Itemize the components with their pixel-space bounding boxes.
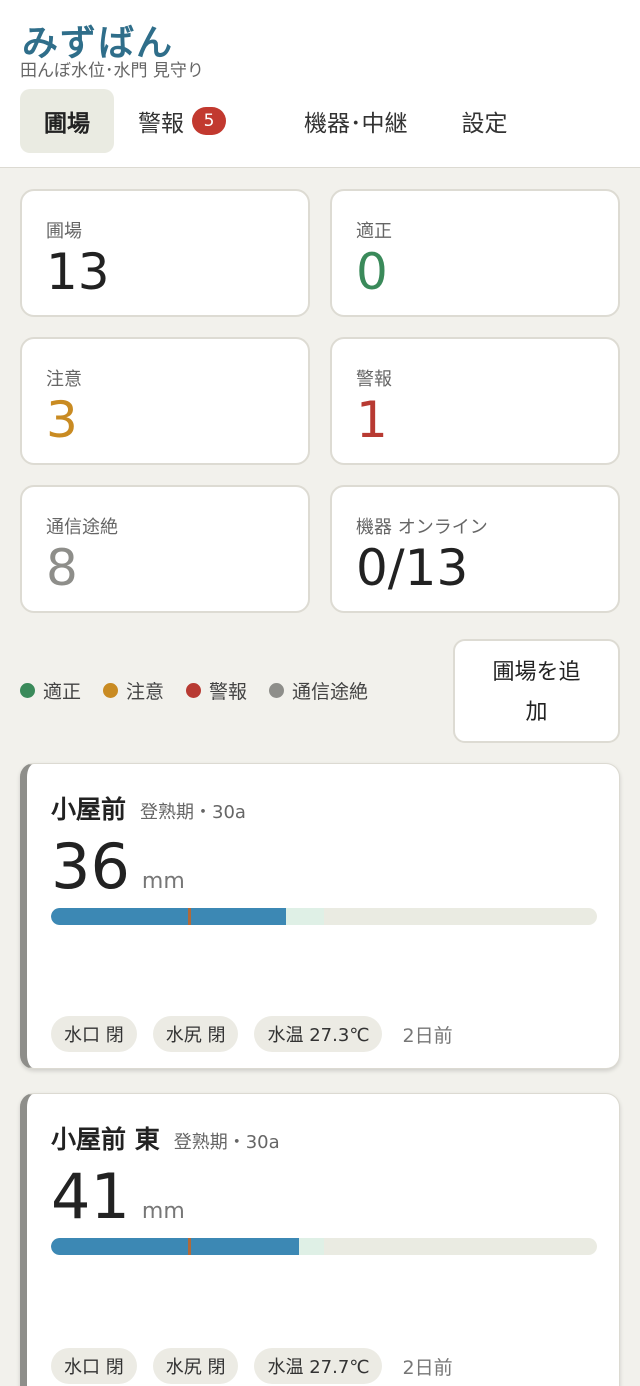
water-temp-chip: 水温 27.3℃: [254, 1016, 383, 1052]
field-meta: 登熟期・30a: [173, 1132, 280, 1153]
alert-count-badge: 5: [192, 107, 226, 135]
water-level-bar: [51, 908, 597, 925]
stat-label: 適正: [356, 221, 392, 242]
tab-settings-label: 設定: [461, 111, 508, 137]
outlet-status-chip: 水尻 閉: [152, 1348, 239, 1384]
app-header: みずばん 田んぼ水位･水門 見守り 圃場 警報 5 機器･中継 設定: [0, 0, 640, 168]
water-level-value: 41: [51, 1160, 130, 1233]
status-legend: 適正 注意 警報 通信途絶: [20, 677, 390, 704]
stat-card-fields: 圃場 13: [20, 189, 310, 317]
field-name: 小屋前: [51, 795, 127, 824]
target-range-band: [285, 908, 324, 925]
status-dot-icon: [186, 683, 202, 698]
water-level-fill: [51, 1238, 300, 1255]
last-updated: 2日前: [402, 1356, 453, 1379]
field-title: 小屋前 東 登熟期・30a: [51, 1120, 280, 1156]
stat-card-normal: 適正 0: [330, 189, 620, 317]
field-card[interactable]: 小屋前 東 登熟期・30a 41 mm 水口 閉 水尻 閉 水温 27.7℃ 2…: [20, 1093, 620, 1386]
legend-item-offline: 通信途絶: [269, 677, 368, 704]
tab-settings[interactable]: 設定: [436, 89, 532, 153]
field-title: 小屋前 登熟期・30a: [51, 790, 246, 826]
legend-label: 警報: [209, 681, 248, 703]
last-updated: 2日前: [402, 1024, 453, 1047]
outlet-status-chip: 水尻 閉: [152, 1016, 239, 1052]
target-range-band: [299, 1238, 324, 1255]
legend-item-caution: 注意: [103, 677, 164, 704]
tab-fields-label: 圃場: [44, 111, 90, 137]
threshold-marker: [187, 908, 191, 925]
tab-alerts[interactable]: 警報 5: [114, 89, 252, 153]
stat-value: 8: [46, 539, 78, 597]
status-dot-icon: [103, 683, 119, 698]
water-level: 36 mm: [51, 830, 185, 903]
water-level: 41 mm: [51, 1160, 185, 1233]
field-card[interactable]: 小屋前 登熟期・30a 36 mm 水口 閉 水尻 閉 水温 27.3℃ 2日前: [20, 763, 620, 1069]
stat-value: 0/13: [356, 539, 469, 597]
stat-card-alert: 警報 1: [330, 337, 620, 465]
water-level-fill: [51, 908, 286, 925]
water-level-unit: mm: [141, 1199, 185, 1224]
stat-card-caution: 注意 3: [20, 337, 310, 465]
stat-label: 通信途絶: [46, 517, 118, 538]
stat-value: 0: [356, 243, 388, 301]
status-dot-icon: [20, 683, 35, 698]
add-field-label-line2: 加: [525, 700, 548, 725]
status-chips: 水口 閉 水尻 閉 水温 27.3℃ 2日前: [51, 1016, 453, 1052]
stat-value: 1: [356, 391, 388, 449]
stat-value: 3: [46, 391, 78, 449]
legend-label: 注意: [126, 681, 165, 703]
water-temp-chip: 水温 27.7℃: [254, 1348, 383, 1384]
field-meta: 登熟期・30a: [140, 802, 246, 823]
stat-label: 機器 オンライン: [356, 517, 488, 538]
legend-item-alert: 警報: [186, 677, 247, 704]
stat-card-offline: 通信途絶 8: [20, 485, 310, 613]
tab-devices[interactable]: 機器･中継: [252, 89, 436, 153]
tab-alerts-label: 警報: [138, 111, 184, 137]
water-level-bar: [51, 1238, 597, 1255]
tab-devices-label: 機器･中継: [304, 111, 408, 137]
water-level-unit: mm: [141, 869, 185, 894]
status-dot-icon: [269, 683, 285, 698]
legend-item-normal: 適正: [20, 677, 81, 704]
water-level-value: 36: [51, 830, 130, 903]
tab-bar: 圃場 警報 5 機器･中継 設定: [20, 89, 532, 153]
summary-grid: 圃場 13 適正 0 注意 3 警報 1 通信途絶 8 機器 オンライン 0/1…: [20, 189, 620, 613]
inlet-status-chip: 水口 閉: [51, 1348, 137, 1384]
legend-row: 適正 注意 警報 通信途絶 圃場を追 加: [20, 639, 620, 743]
stat-label: 警報: [356, 369, 392, 390]
legend-label: 適正: [43, 681, 82, 703]
add-field-label-line1: 圃場を追: [492, 660, 581, 685]
stat-card-devices-online: 機器 オンライン 0/13: [330, 485, 620, 613]
legend-label: 通信途絶: [292, 681, 369, 703]
stat-label: 注意: [46, 369, 82, 390]
inlet-status-chip: 水口 閉: [51, 1016, 137, 1052]
stat-label: 圃場: [46, 221, 82, 242]
field-name: 小屋前 東: [51, 1125, 160, 1154]
add-field-button[interactable]: 圃場を追 加: [453, 639, 620, 743]
app-subtitle: 田んぼ水位･水門 見守り: [20, 61, 204, 81]
tab-fields[interactable]: 圃場: [20, 89, 114, 153]
stat-value: 13: [46, 243, 110, 301]
status-chips: 水口 閉 水尻 閉 水温 27.7℃ 2日前: [51, 1348, 453, 1384]
threshold-marker: [187, 1238, 191, 1255]
